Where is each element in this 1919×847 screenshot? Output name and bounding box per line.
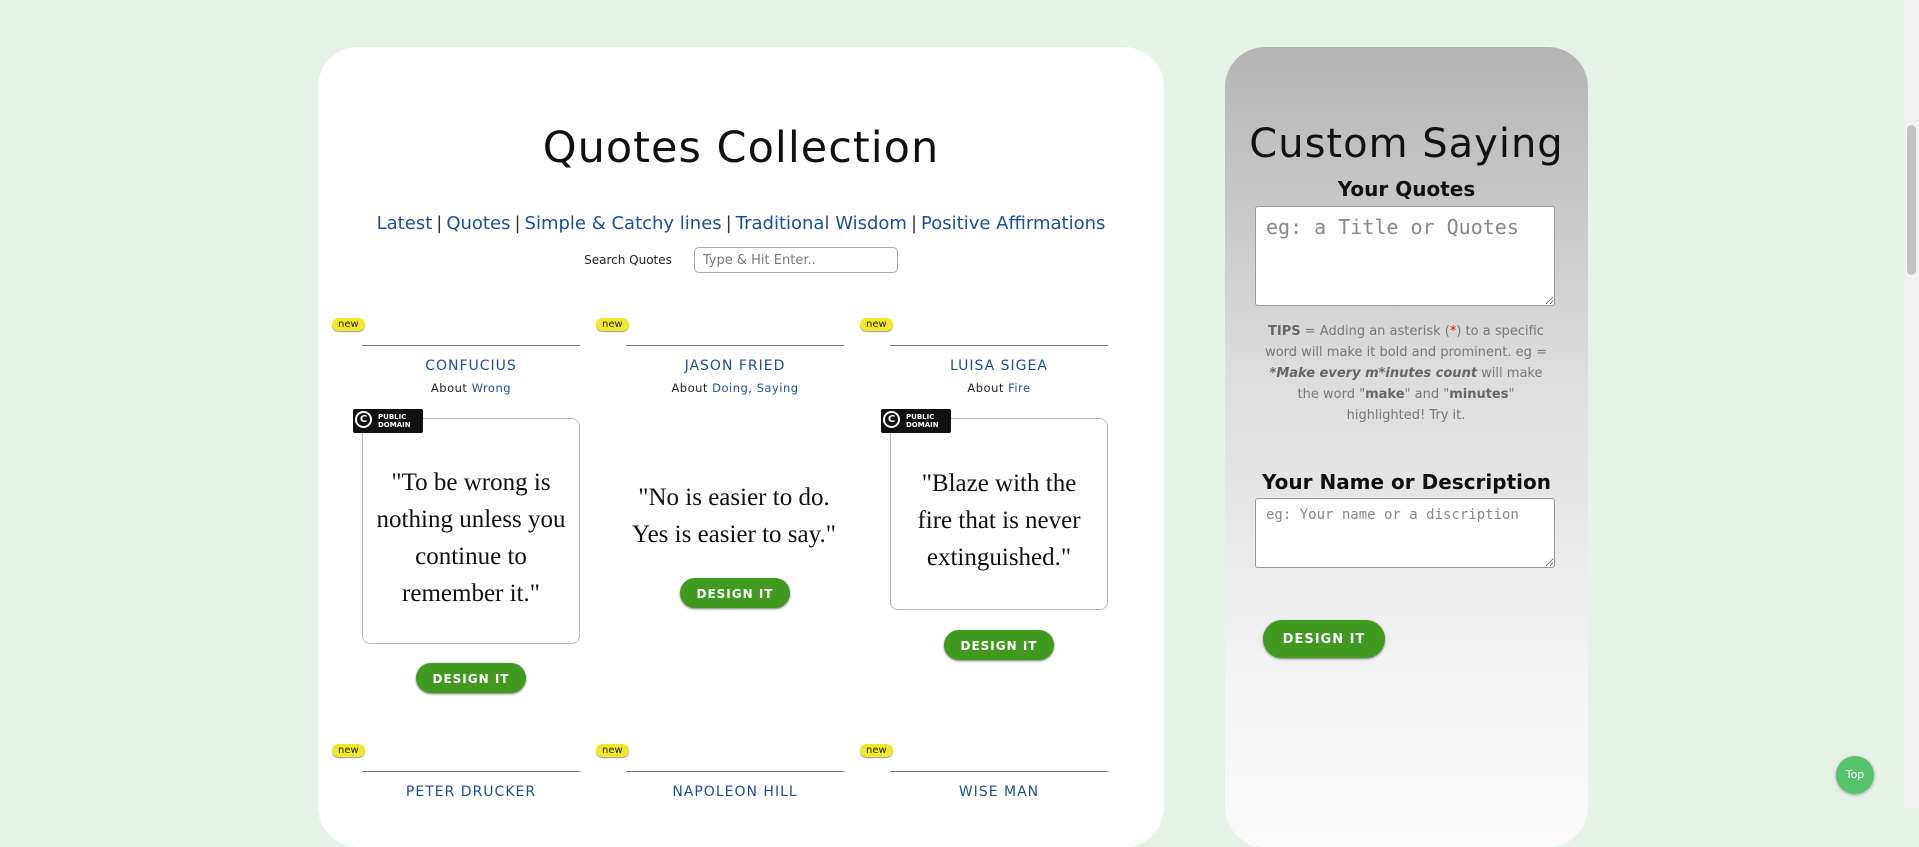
- design-it-button[interactable]: DESIGN IT: [944, 630, 1054, 660]
- public-domain-icon: C: [883, 411, 900, 428]
- new-badge: new: [596, 318, 629, 331]
- public-domain-label: PUBLIC DOMAIN: [906, 413, 939, 429]
- new-badge: new: [332, 318, 365, 331]
- nav-positive-affirmations[interactable]: Positive Affirmations: [921, 213, 1105, 234]
- nav-traditional-wisdom[interactable]: Traditional Wisdom: [736, 213, 907, 234]
- new-badge: new: [332, 744, 365, 757]
- design-it-button[interactable]: DESIGN IT: [416, 663, 526, 693]
- about-line: About Doing, Saying: [671, 381, 799, 395]
- tips-word: minutes: [1449, 387, 1509, 402]
- your-name-label: Your Name or Description: [1262, 470, 1551, 494]
- tips-label: TIPS: [1268, 324, 1301, 339]
- tips-text: TIPS = Adding an asterisk (*) to a speci…: [1265, 321, 1547, 426]
- divider: [890, 771, 1108, 772]
- design-it-button[interactable]: DESIGN IT: [680, 578, 790, 608]
- tips-example: *Make every m*inutes count: [1269, 366, 1478, 381]
- name-textarea[interactable]: [1255, 498, 1555, 568]
- tips-word: make: [1365, 387, 1405, 402]
- author-link[interactable]: NAPOLEON HILL: [672, 784, 797, 800]
- author-link[interactable]: PETER DRUCKER: [406, 784, 536, 800]
- topic-link-wrong[interactable]: Wrong: [472, 381, 511, 395]
- public-domain-icon: C: [355, 411, 372, 428]
- nav-quotes[interactable]: Quotes: [446, 213, 510, 234]
- author-link[interactable]: WISE MAN: [959, 784, 1039, 800]
- about-prefix: About: [967, 381, 1004, 395]
- new-badge: new: [860, 744, 893, 757]
- scrollbar-thumb[interactable]: [1907, 125, 1916, 275]
- category-nav: Latest | Quotes | Simple & Catchy lines | Trad…: [318, 213, 1164, 234]
- about-line: About Wrong: [362, 381, 580, 395]
- page-title: Quotes Collection: [542, 123, 940, 173]
- divider: [626, 345, 844, 346]
- author-name[interactable]: WISE MAN: [890, 784, 1108, 800]
- about-line: About Fire: [890, 381, 1108, 395]
- side-title: Custom Saying: [1249, 121, 1564, 167]
- new-badge: new: [596, 744, 629, 757]
- topic-link-doing[interactable]: Doing: [712, 381, 748, 395]
- divider: [362, 345, 580, 346]
- your-quotes-label: Your Quotes: [1337, 177, 1476, 201]
- divider: [890, 345, 1108, 346]
- custom-saying-panel: Custom Saying Your Quotes TIPS = Adding …: [1225, 47, 1588, 847]
- nav-separator: |: [436, 213, 443, 234]
- tips-part: = Adding an asterisk (: [1300, 324, 1450, 339]
- author-name[interactable]: LUISA SIGEA: [890, 358, 1108, 374]
- nav-simple-catchy-lines[interactable]: Simple & Catchy lines: [525, 213, 722, 234]
- author-link[interactable]: LUISA SIGEA: [950, 358, 1048, 374]
- quote-box[interactable]: "No is easier to do. Yes is easier to sa…: [626, 479, 842, 569]
- search-label: Search Quotes: [584, 253, 672, 267]
- nav-separator: |: [514, 213, 521, 234]
- quote-box[interactable]: C PUBLIC DOMAIN "To be wrong is nothing …: [353, 409, 580, 644]
- nav-separator: |: [725, 213, 732, 234]
- quote-text: "No is easier to do. Yes is easier to sa…: [632, 484, 836, 548]
- author-name[interactable]: NAPOLEON HILL: [626, 784, 844, 800]
- topic-link-saying[interactable]: Saying: [757, 381, 799, 395]
- author-name[interactable]: CONFUCIUS: [362, 358, 580, 374]
- quotes-collection-panel: Quotes Collection Latest | Quotes | Simple &…: [318, 47, 1164, 847]
- topic-link-fire[interactable]: Fire: [1008, 381, 1031, 395]
- author-link[interactable]: JASON FRIED: [685, 358, 786, 374]
- divider: [626, 771, 844, 772]
- quote-box[interactable]: C PUBLIC DOMAIN "Blaze with the fire tha…: [881, 409, 1108, 610]
- back-to-top-button[interactable]: Top: [1836, 756, 1874, 794]
- custom-design-it-button[interactable]: DESIGN IT: [1263, 620, 1385, 658]
- about-prefix: About: [430, 381, 468, 395]
- public-domain-label: PUBLIC DOMAIN: [378, 413, 411, 429]
- page-scrollbar[interactable]: [1904, 0, 1919, 808]
- quote-text: "To be wrong is nothing unless you conti…: [376, 469, 566, 607]
- public-domain-badge: C PUBLIC DOMAIN: [353, 409, 423, 433]
- nav-separator: |: [910, 213, 918, 234]
- search-row: Search Quotes: [318, 247, 1164, 273]
- tips-part: " and ": [1404, 387, 1450, 402]
- author-name[interactable]: PETER DRUCKER: [362, 784, 580, 800]
- author-name[interactable]: JASON FRIED: [626, 358, 844, 374]
- new-badge: new: [860, 318, 893, 331]
- public-domain-badge: C PUBLIC DOMAIN: [881, 409, 951, 433]
- divider: [362, 771, 580, 772]
- nav-latest[interactable]: Latest: [377, 213, 433, 234]
- about-prefix: About: [671, 381, 708, 395]
- quote-textarea[interactable]: [1255, 206, 1555, 306]
- search-input[interactable]: [693, 247, 898, 273]
- author-link[interactable]: CONFUCIUS: [425, 358, 517, 374]
- quote-text: "Blaze with the fire that is never extin…: [917, 470, 1081, 571]
